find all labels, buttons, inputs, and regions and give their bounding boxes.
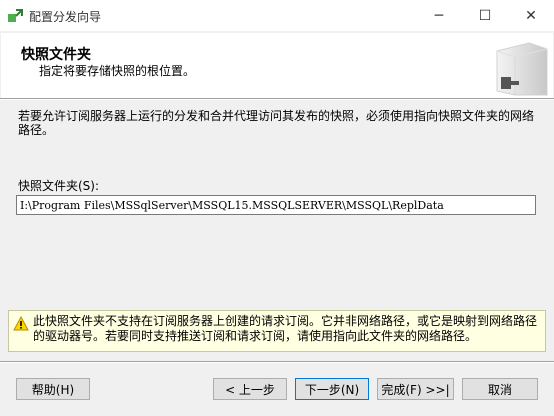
back-button[interactable]: < 上一步 bbox=[213, 378, 287, 400]
page-subtitle: 指定将要存储快照的根位置。 bbox=[39, 64, 196, 78]
page-title: 快照文件夹 bbox=[21, 47, 91, 63]
snapshot-folder-label: 快照文件夹(S): bbox=[18, 179, 100, 193]
maximize-button[interactable]: ☐ bbox=[462, 0, 508, 31]
help-button[interactable]: 帮助(H) bbox=[16, 378, 90, 400]
window-title: 配置分发向导 bbox=[29, 10, 102, 24]
cancel-button[interactable]: 取消 bbox=[462, 378, 538, 400]
server-icon bbox=[496, 42, 548, 96]
warning-icon bbox=[13, 316, 29, 331]
close-button[interactable]: ✕ bbox=[508, 0, 554, 31]
snapshot-folder-input[interactable]: I:\Program Files\MSSqlServer\MSSQL15.MSS… bbox=[16, 195, 536, 215]
minimize-button[interactable]: ─ bbox=[416, 0, 462, 31]
footer-divider-highlight bbox=[0, 362, 554, 363]
next-button[interactable]: 下一步(N) bbox=[295, 378, 369, 400]
description-text: 若要允许订阅服务器上运行的分发和合并代理访问其发布的快照，必须使用指向快照文件夹… bbox=[18, 109, 535, 137]
warning-box: 此快照文件夹不支持在订阅服务器上创建的请求订阅。它并非网络路径，或它是映射到网络… bbox=[8, 310, 546, 352]
wizard-app-icon bbox=[8, 9, 23, 22]
warning-text: 此快照文件夹不支持在订阅服务器上创建的请求订阅。它并非网络路径，或它是映射到网络… bbox=[33, 314, 538, 343]
header-divider-highlight bbox=[0, 99, 554, 100]
wizard-header: 快照文件夹 指定将要存储快照的根位置。 bbox=[1, 33, 553, 98]
title-bar: 配置分发向导 ─ ☐ ✕ bbox=[0, 0, 554, 31]
finish-button[interactable]: 完成(F) >>| bbox=[377, 378, 454, 400]
